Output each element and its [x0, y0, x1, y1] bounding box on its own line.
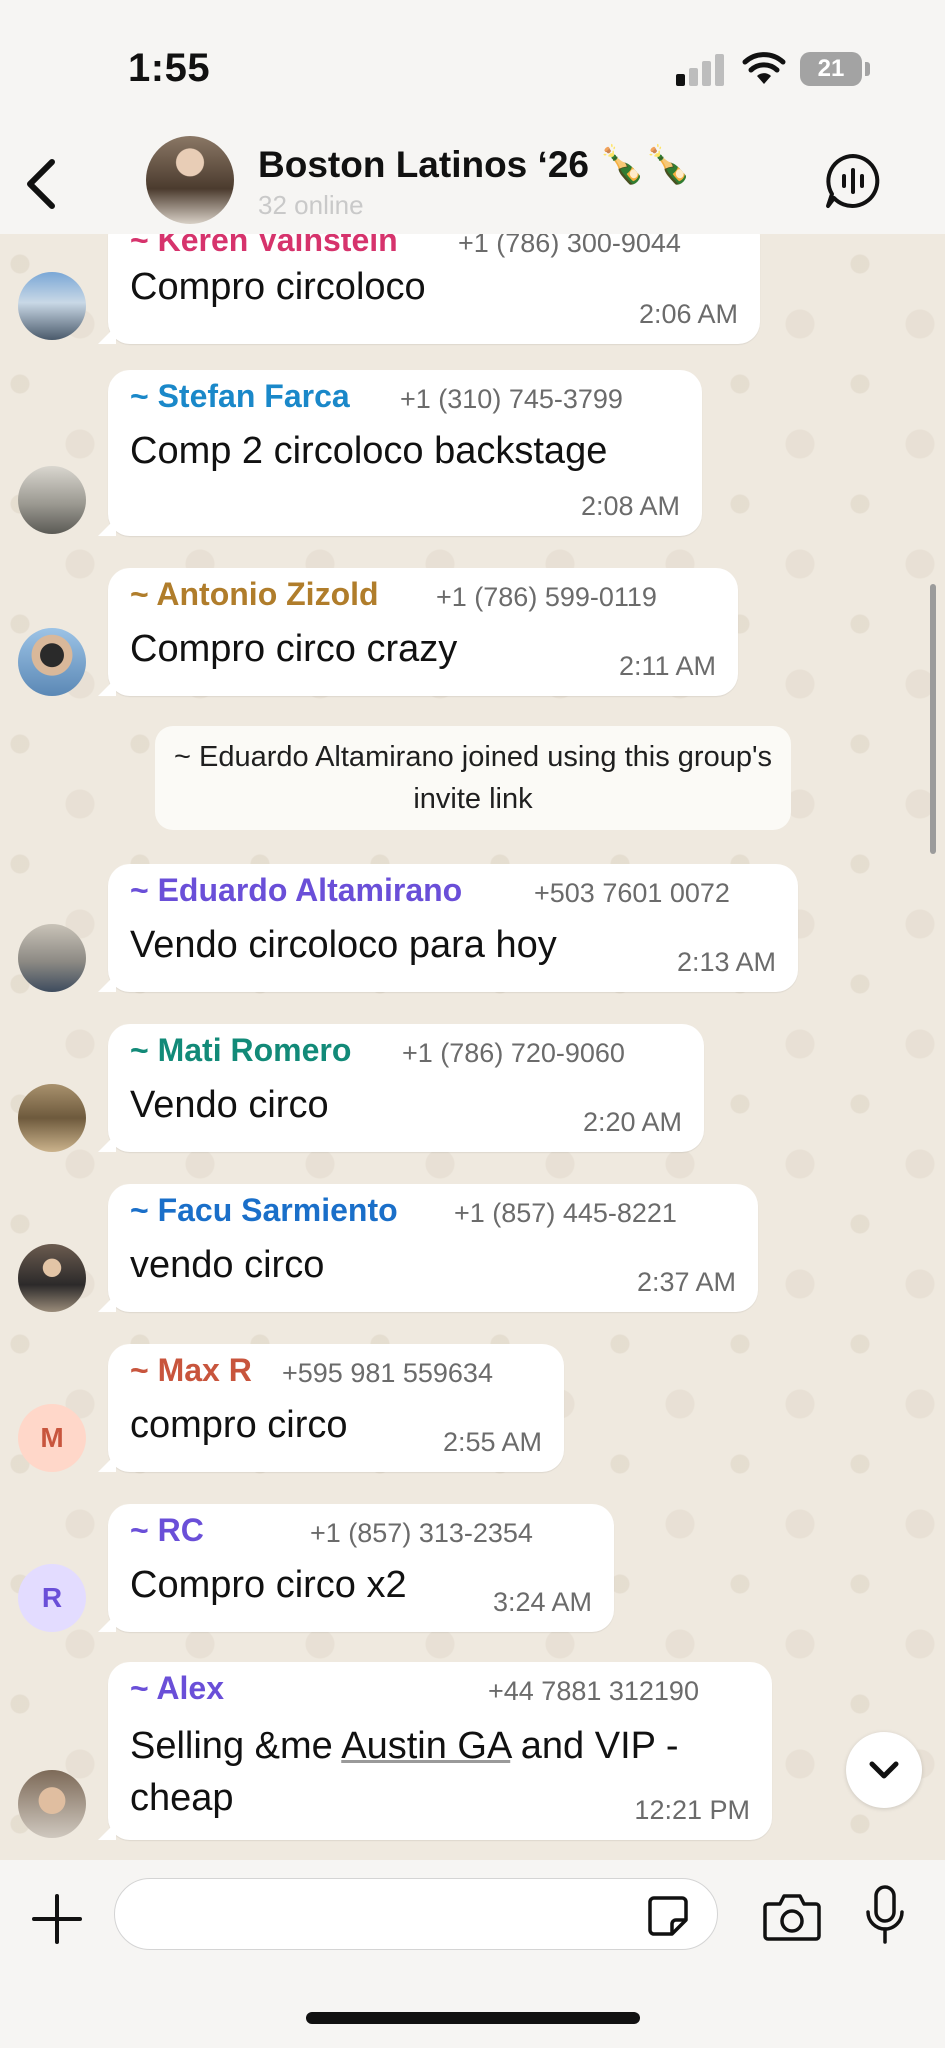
voice-chat-icon[interactable] [824, 152, 882, 210]
sender-avatar[interactable]: R [18, 1564, 86, 1632]
message-sender[interactable]: ~ Alex [130, 1670, 224, 1707]
message-phone: +1 (786) 720-9060 [402, 1038, 625, 1068]
message-sender[interactable]: ~ Eduardo Altamirano [130, 872, 462, 909]
camera-icon[interactable] [762, 1890, 822, 1942]
system-join-notice: ~ Eduardo Altamirano joined using this g… [155, 726, 791, 830]
message-time: 2:55 AM [442, 1427, 542, 1457]
scrollbar[interactable] [930, 584, 936, 854]
message-sender[interactable]: ~ Max R [130, 1352, 252, 1389]
message-time: 2:06 AM [638, 299, 738, 329]
message-sender[interactable]: ~ Mati Romero [130, 1032, 351, 1069]
scroll-to-bottom-button[interactable] [846, 1732, 922, 1808]
battery-icon: 21 [800, 52, 862, 86]
message-link[interactable]: Austin GA [341, 1725, 510, 1767]
message-phone: +44 7881 312190 [488, 1676, 699, 1706]
message-text: Vendo circoloco para hoy [130, 924, 557, 966]
message-sender[interactable]: ~ Stefan Farca [130, 378, 350, 415]
message-time: 2:11 AM [618, 651, 716, 681]
message-input[interactable] [114, 1878, 718, 1950]
message-bubble[interactable]: ~ Facu Sarmiento +1 (857) 445-8221 vendo… [98, 1184, 758, 1312]
message-bubble[interactable]: ~ Stefan Farca +1 (310) 745-3799 Comp 2 … [98, 370, 702, 536]
message-bubble[interactable]: ~ RC +1 (857) 313-2354 Compro circo x2 3… [98, 1504, 614, 1632]
message-bubble[interactable]: ~ Alex +44 7881 312190 Selling &me Austi… [98, 1662, 772, 1840]
back-arrow-icon[interactable] [18, 156, 66, 212]
message-time: 2:37 AM [636, 1267, 736, 1297]
message-time: 3:24 AM [492, 1587, 592, 1617]
message-text-part: Selling &me [130, 1725, 342, 1767]
cellular-signal-icon [676, 52, 726, 86]
message-text: Compro circoloco [130, 266, 426, 308]
plus-icon[interactable] [30, 1892, 84, 1946]
sender-avatar[interactable] [18, 1084, 86, 1152]
sender-avatar[interactable] [18, 924, 86, 992]
message-text: Compro circo x2 [130, 1564, 407, 1606]
status-bar: 1:55 21 [0, 0, 945, 130]
message-sender[interactable]: ~ Keren Vainstein [130, 234, 398, 259]
message-bubble[interactable]: ~ Max R +595 981 559634 compro circo 2:5… [98, 1344, 564, 1472]
group-title[interactable]: Boston Latinos ‘26 🍾🍾 [258, 144, 691, 187]
message-phone: +1 (786) 300-9044 [458, 234, 681, 258]
message-phone: +595 981 559634 [282, 1358, 493, 1388]
sender-avatar[interactable] [18, 628, 86, 696]
message-text: Vendo circo [130, 1084, 329, 1126]
battery-tip [865, 62, 870, 76]
sender-avatar[interactable] [18, 466, 86, 534]
group-avatar[interactable] [146, 136, 234, 224]
message-text: compro circo [130, 1404, 348, 1446]
message-time: 12:21 PM [634, 1795, 750, 1825]
message-phone: +1 (857) 313-2354 [310, 1518, 533, 1548]
message-sender[interactable]: ~ RC [130, 1512, 204, 1549]
message-text: Comp 2 circoloco backstage [130, 430, 608, 472]
sender-avatar[interactable] [18, 272, 86, 340]
message-phone: +1 (857) 445-8221 [454, 1198, 677, 1228]
message-time: 2:13 AM [676, 947, 776, 977]
chevron-down-icon [869, 1761, 899, 1779]
sticker-icon[interactable] [646, 1894, 690, 1938]
online-count: 32 online [258, 190, 364, 220]
message-bubble[interactable]: ~ Eduardo Altamirano +503 7601 0072 Vend… [98, 864, 798, 992]
chat-header: Boston Latinos ‘26 🍾🍾 32 online [0, 130, 945, 234]
message-sender[interactable]: ~ Antonio Zizold [130, 576, 379, 613]
message-text: Compro circo crazy [130, 628, 458, 670]
message-phone: +1 (310) 745-3799 [400, 384, 623, 414]
message-time: 2:08 AM [580, 491, 680, 521]
microphone-icon[interactable] [862, 1884, 908, 1946]
message-text: vendo circo [130, 1244, 325, 1286]
message-phone: +503 7601 0072 [534, 878, 730, 908]
message-sender[interactable]: ~ Facu Sarmiento [130, 1192, 398, 1229]
sender-avatar[interactable] [18, 1770, 86, 1838]
message-bubble[interactable]: ~ Antonio Zizold +1 (786) 599-0119 Compr… [98, 568, 738, 696]
sender-avatar[interactable] [18, 1244, 86, 1312]
status-time: 1:55 [128, 46, 211, 90]
message-bubble[interactable]: ~ Keren Vainstein +1 (786) 300-9044 Comp… [98, 234, 760, 344]
message-time: 2:20 AM [582, 1107, 682, 1137]
message-composer [0, 1860, 945, 2048]
chat-messages[interactable]: ~ Keren Vainstein +1 (786) 300-9044 Comp… [0, 234, 945, 1860]
sender-avatar[interactable]: M [18, 1404, 86, 1472]
message-phone: +1 (786) 599-0119 [436, 582, 657, 612]
home-indicator [306, 2012, 640, 2024]
wifi-icon [742, 52, 786, 84]
message-bubble[interactable]: ~ Mati Romero +1 (786) 720-9060 Vendo ci… [98, 1024, 704, 1152]
